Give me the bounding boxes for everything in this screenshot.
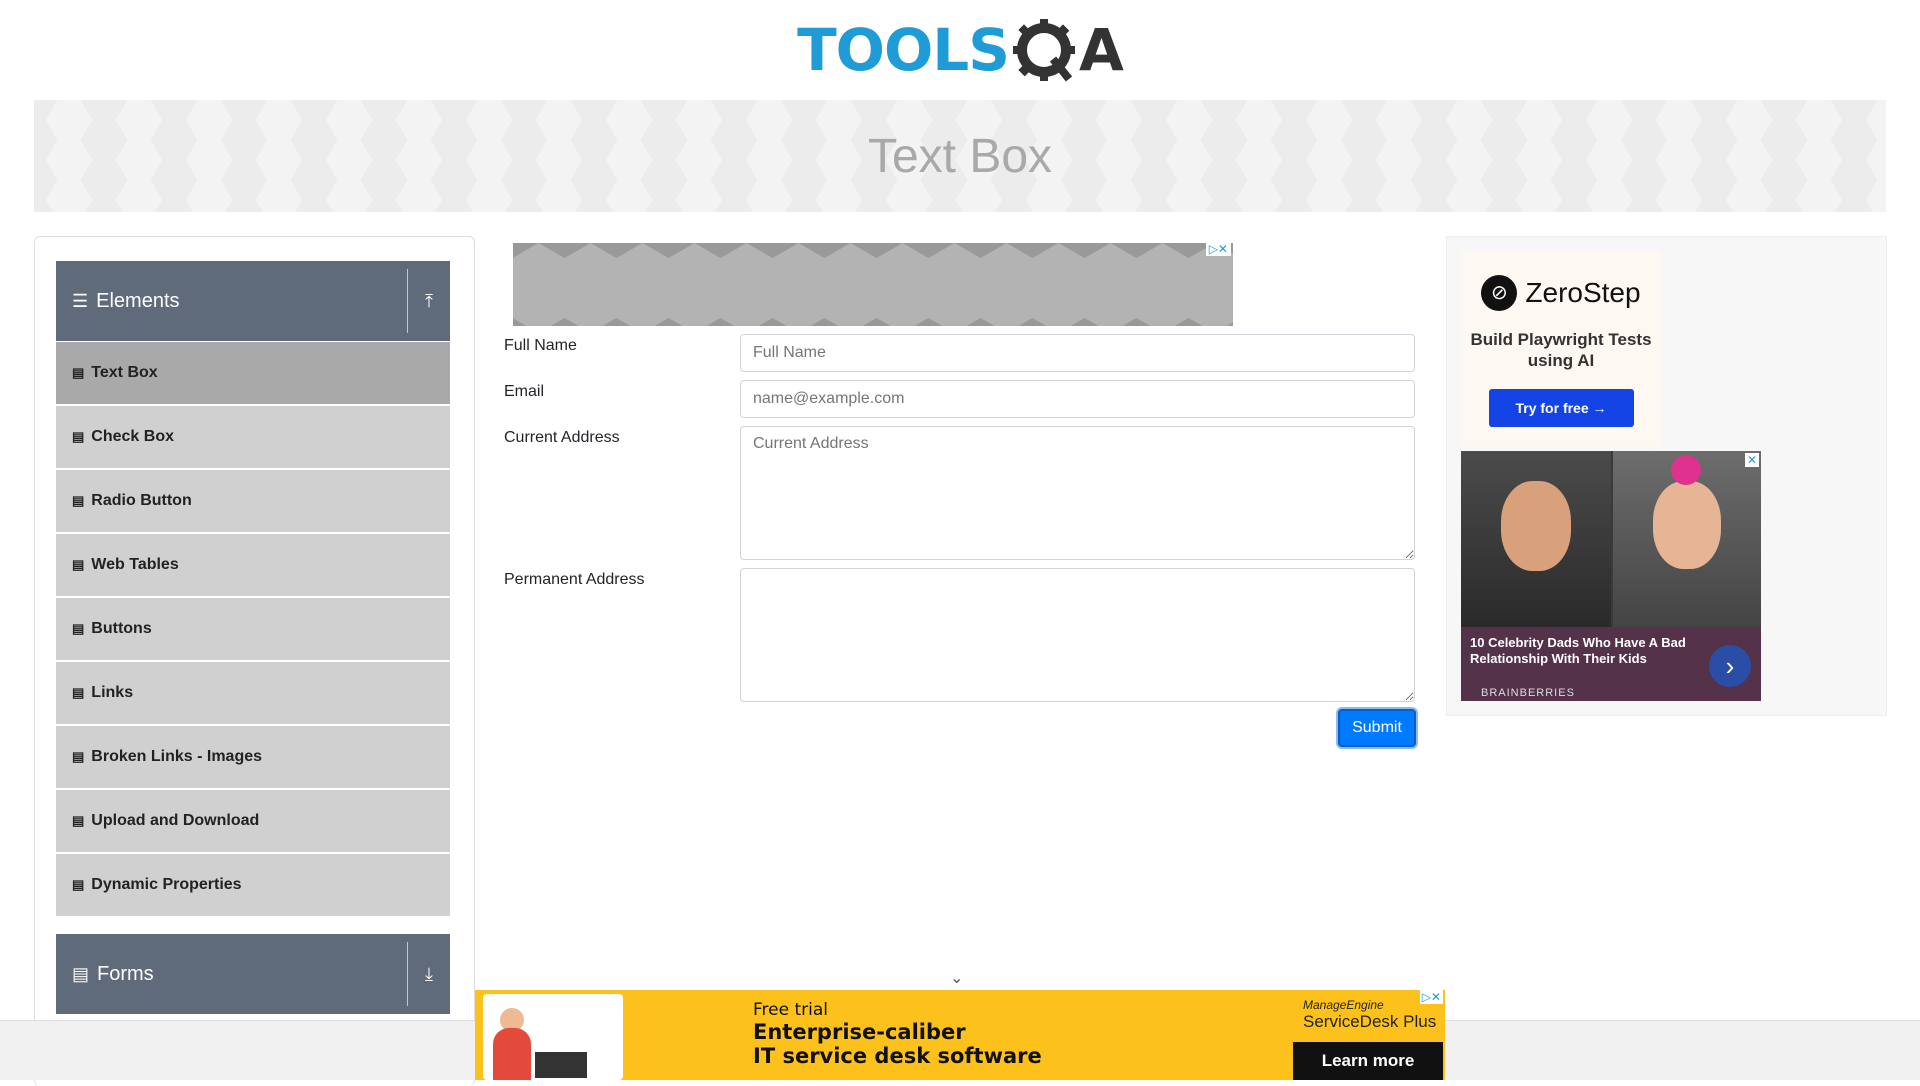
celebrity-ad[interactable]: ✕ 10 Celebrity Dads Who Have A Bad Relat… — [1461, 451, 1761, 701]
learn-more-button[interactable]: Learn more — [1293, 1042, 1443, 1080]
logo-text-tools: TOOLS — [797, 16, 1010, 84]
ad-line2: IT service desk software — [753, 1044, 1042, 1068]
sidebar-item-buttons[interactable]: ▤ Buttons — [56, 598, 450, 660]
ad-choices-icon[interactable]: ▷✕ — [1205, 242, 1231, 256]
ad-choices-icon[interactable]: ▷✕ — [1419, 990, 1443, 1004]
sidebar-item-label: Web Tables — [91, 556, 179, 573]
permanent-address-textarea[interactable] — [740, 568, 1415, 702]
celebrity-ad-caption: 10 Celebrity Dads Who Have A Bad Relatio… — [1461, 627, 1761, 701]
document-icon: ▤ — [72, 557, 85, 572]
celebrity-ad-headline: 10 Celebrity Dads Who Have A Bad Relatio… — [1470, 635, 1686, 666]
collapse-up-icon[interactable]: ⤒ — [408, 291, 450, 312]
submit-button[interactable]: Submit — [1338, 709, 1416, 747]
celebrity-photo-kid — [1613, 451, 1761, 627]
ad-brand-name: ServiceDesk Plus — [1303, 1012, 1437, 1031]
document-icon: ▤ — [72, 963, 90, 984]
sidebar-item-label: Dynamic Properties — [91, 876, 242, 893]
document-icon: ▤ — [72, 621, 85, 636]
document-icon: ▤ — [72, 877, 85, 892]
hamburger-icon: ☰ — [72, 290, 89, 311]
ad-line1: Enterprise-caliber — [753, 1020, 966, 1044]
logo-text-a: A — [1079, 16, 1124, 84]
zerostep-brand: ZeroStep — [1525, 277, 1641, 308]
bottom-banner-ad[interactable]: Free trial Enterprise-caliber IT service… — [475, 990, 1445, 1080]
current-address-textarea[interactable] — [740, 426, 1415, 560]
document-icon: ▤ — [72, 813, 85, 828]
document-icon: ▤ — [72, 365, 85, 380]
elements-menu: ▤ Text Box ▤ Check Box ▤ Radio Button ▤ … — [56, 342, 450, 918]
group-header-forms[interactable]: ▤ Forms ⤓ — [56, 934, 450, 1014]
sidebar-item-label: Buttons — [91, 620, 152, 637]
email-input[interactable] — [740, 380, 1415, 418]
zerostep-tagline: Build Playwright Tests using AI — [1470, 330, 1652, 370]
document-icon: ▤ — [72, 685, 85, 700]
sidebar-item-label: Links — [91, 684, 134, 701]
permanent-address-label: Permanent Address — [504, 571, 645, 588]
current-address-label: Current Address — [504, 429, 620, 446]
document-icon: ▤ — [72, 493, 85, 508]
toolsqa-logo[interactable]: TOOLS A — [797, 16, 1124, 84]
group-label-forms: Forms — [97, 962, 154, 985]
sidebar-item-dynamic-properties[interactable]: ▤ Dynamic Properties — [56, 854, 450, 916]
celebrity-photo-dad — [1461, 451, 1611, 627]
sidebar-item-label: Upload and Download — [91, 812, 260, 829]
sidebar-item-label: Text Box — [91, 364, 158, 381]
sidebar-item-label: Check Box — [91, 428, 174, 445]
page-title-banner: Text Box — [34, 100, 1886, 212]
gear-q-icon — [1013, 19, 1075, 82]
chevron-right-icon[interactable]: › — [1709, 645, 1751, 687]
sidebar-item-broken-links[interactable]: ▤ Broken Links - Images — [56, 726, 450, 788]
chevron-down-icon[interactable]: ⌄ — [950, 968, 963, 988]
full-name-input[interactable] — [740, 334, 1415, 372]
sidebar-item-radio-button[interactable]: ▤ Radio Button — [56, 470, 450, 532]
ad-brand-top: ManageEngine — [1303, 998, 1384, 1012]
sidebar-item-links[interactable]: ▤ Links — [56, 662, 450, 724]
sidebar-item-text-box[interactable]: ▤ Text Box — [56, 342, 450, 404]
ad-brand: ManageEngine ServiceDesk Plus — [1303, 998, 1436, 1032]
document-icon: ▤ — [72, 749, 85, 764]
sidebar-item-web-tables[interactable]: ▤ Web Tables — [56, 534, 450, 596]
zerostep-logo-icon: ⊘ — [1481, 275, 1518, 311]
sidebar-item-label: Radio Button — [91, 492, 192, 509]
ad-illustration — [483, 994, 623, 1080]
top-banner-ad[interactable]: ▷✕ — [513, 242, 1233, 326]
celebrity-ad-source: BRAINBERRIES — [1481, 687, 1575, 699]
page-title: Text Box — [867, 129, 1053, 183]
group-header-elements[interactable]: ☰ Elements ⤒ — [56, 261, 450, 341]
ad-copy: Free trial Enterprise-caliber IT service… — [753, 1000, 1042, 1068]
try-for-free-button[interactable]: Try for free → — [1488, 389, 1634, 427]
expand-down-icon[interactable]: ⤓ — [408, 964, 450, 985]
site-header: TOOLS A — [0, 0, 1920, 100]
left-panel: ☰ Elements ⤒ ▤ Text Box ▤ Check Box ▤ Ra… — [34, 236, 475, 1086]
ad-free-trial: Free trial — [753, 1000, 828, 1020]
sidebar-item-upload-download[interactable]: ▤ Upload and Download — [56, 790, 450, 852]
document-icon: ▤ — [72, 429, 85, 444]
sidebar-item-label: Broken Links - Images — [91, 748, 263, 765]
email-label: Email — [504, 383, 545, 400]
zerostep-ad[interactable]: ⊘ ZeroStep Build Playwright Tests using … — [1461, 251, 1661, 447]
full-name-label: Full Name — [504, 337, 577, 354]
sidebar-item-check-box[interactable]: ▤ Check Box — [56, 406, 450, 468]
ad-close-icon[interactable]: ✕ — [1744, 453, 1759, 467]
right-sidebar-ads: ⊘ ZeroStep Build Playwright Tests using … — [1446, 236, 1887, 716]
group-label-elements: Elements — [96, 289, 180, 312]
zerostep-logo: ⊘ ZeroStep — [1461, 251, 1661, 311]
